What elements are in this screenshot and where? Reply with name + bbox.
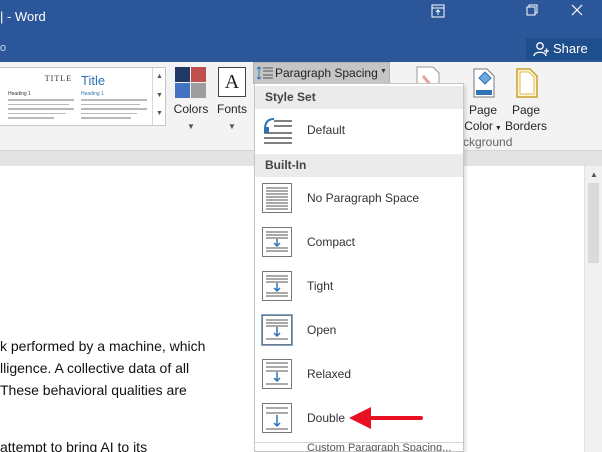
- no-paragraph-space-label: No Paragraph Space: [307, 191, 420, 205]
- page-borders-label: Page Borders: [505, 102, 547, 134]
- page-color-icon: [473, 68, 495, 98]
- colors-button[interactable]: Colors ▼: [170, 65, 212, 133]
- ribbon-display-icon: [431, 4, 445, 18]
- page-borders-label-line2: Borders: [505, 119, 548, 133]
- menu-item-open[interactable]: Open: [255, 309, 463, 353]
- menu-item-default[interactable]: Default: [255, 109, 463, 153]
- chevron-down-icon: ▼: [228, 122, 236, 131]
- document-text-line: These behavioral qualities are: [0, 382, 187, 398]
- tight-spacing-icon: [262, 271, 292, 301]
- style-card-heading: Heading 1: [81, 91, 104, 97]
- menu-item-relaxed[interactable]: Relaxed: [255, 353, 463, 397]
- style-set-card-colored[interactable]: Title Heading 1: [78, 70, 152, 124]
- restore-icon: [526, 4, 538, 16]
- chevron-down-icon: ▼: [380, 68, 387, 75]
- colors-swatch-icon: [175, 67, 207, 99]
- double-label: Double: [307, 411, 346, 425]
- style-card-title: Title: [81, 73, 106, 88]
- page-borders-button[interactable]: Page Borders: [505, 65, 547, 137]
- page-color-label-line2: Color: [464, 119, 493, 133]
- page-borders-icon: [516, 68, 538, 98]
- document-text-line: lligence. A collective data of all: [0, 360, 190, 376]
- menu-item-tight[interactable]: Tight: [255, 265, 463, 309]
- word-window: | - Word Share o TITLE Heading 1 Title H…: [0, 0, 602, 452]
- style-set-header: Style Set: [255, 86, 463, 109]
- red-arrow-annotation-icon: [349, 407, 423, 429]
- paragraph-spacing-button[interactable]: Paragraph Spacing ▼: [253, 62, 390, 84]
- document-text-line: k performed by a machine, which: [0, 338, 206, 354]
- gallery-scroll-down-icon[interactable]: ▼: [156, 92, 163, 99]
- fonts-button[interactable]: A Fonts ▼: [212, 65, 252, 133]
- chevron-down-icon: ▼: [492, 125, 502, 132]
- window-title: | - Word: [0, 9, 46, 24]
- paragraph-spacing-menu: Style Set Default Built-In No Paragraph …: [254, 83, 464, 452]
- style-card-title: Title: [44, 74, 72, 83]
- tab-label-stub[interactable]: o: [0, 42, 6, 54]
- gallery-scroll-up-icon[interactable]: ▲: [156, 73, 163, 80]
- colors-label: Colors: [173, 102, 209, 116]
- paragraph-spacing-label: Paragraph Spacing: [275, 66, 378, 80]
- relaxed-label: Relaxed: [307, 367, 352, 381]
- page-color-label: Page Color ▼: [462, 102, 504, 137]
- scrollbar-thumb[interactable]: [588, 183, 599, 263]
- tight-label: Tight: [307, 279, 334, 293]
- chevron-down-icon: ▼: [187, 122, 195, 131]
- compact-label: Compact: [307, 235, 356, 249]
- default-spacing-icon: [264, 118, 292, 144]
- paragraph-spacing-icon: [257, 66, 273, 80]
- style-card-preview-lines: [81, 99, 147, 122]
- close-icon: [571, 4, 583, 16]
- style-card-heading: Heading 1: [8, 91, 31, 97]
- page-borders-label-line1: Page: [511, 103, 541, 117]
- fonts-icon: A: [218, 67, 246, 97]
- default-label: Default: [307, 123, 346, 137]
- open-label: Open: [307, 323, 337, 337]
- custom-paragraph-spacing-item[interactable]: Custom Paragraph Spacing...: [255, 442, 463, 451]
- compact-spacing-icon: [262, 227, 292, 257]
- gallery-more-icon[interactable]: ▼: [156, 110, 163, 117]
- no-paragraph-space-icon: [262, 183, 292, 213]
- scroll-up-icon[interactable]: ▲: [590, 170, 598, 179]
- close-window-button[interactable]: [563, 4, 591, 28]
- restore-window-button[interactable]: [518, 4, 546, 28]
- menu-item-compact[interactable]: Compact: [255, 221, 463, 265]
- document-text-line: attempt to bring AI to its: [0, 439, 148, 452]
- double-spacing-icon: [262, 403, 292, 433]
- page-color-label-line1: Page: [468, 103, 498, 117]
- relaxed-spacing-icon: [262, 359, 292, 389]
- style-set-card-basic[interactable]: Title Heading 1: [2, 70, 76, 124]
- page-background-group-label: ckground: [463, 135, 513, 149]
- style-card-preview-lines: [8, 99, 74, 122]
- fonts-label: Fonts: [216, 102, 247, 116]
- ribbon-tab-strip: Share: [0, 36, 602, 62]
- open-spacing-icon: [261, 314, 293, 346]
- vertical-scrollbar[interactable]: ▲: [584, 166, 602, 452]
- gallery-scroll-controls: ▲ ▼ ▼: [152, 68, 165, 125]
- title-bar: | - Word: [0, 0, 602, 36]
- menu-item-no-paragraph-space[interactable]: No Paragraph Space: [255, 177, 463, 221]
- built-in-header: Built-In: [255, 154, 463, 177]
- share-button[interactable]: Share: [526, 38, 602, 60]
- person-icon: [533, 42, 549, 57]
- style-set-gallery: Title Heading 1 Title Heading 1 ▲ ▼ ▼: [0, 67, 166, 126]
- ribbon-display-options-button[interactable]: [424, 4, 452, 28]
- share-label: Share: [553, 41, 588, 56]
- page-color-button[interactable]: Page Color ▼: [462, 65, 504, 137]
